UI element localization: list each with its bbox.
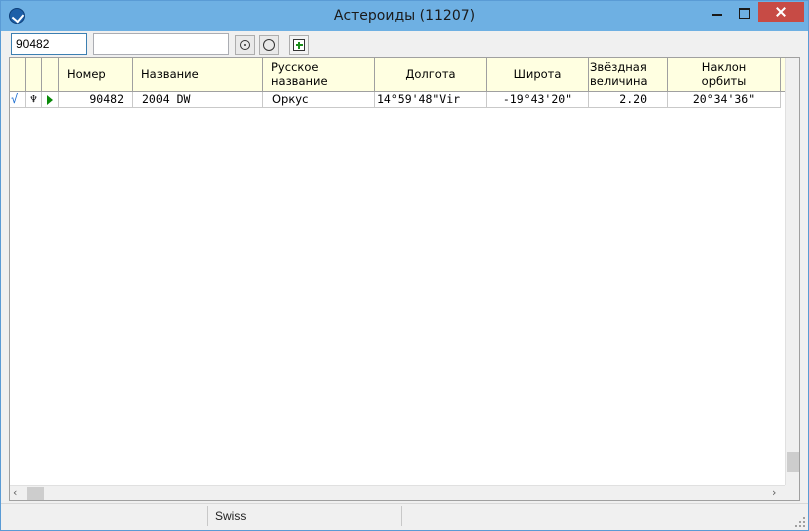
cell-name: 2004 DW	[133, 92, 263, 108]
cell-russian-name: Оркус	[263, 92, 375, 108]
column-header-latitude[interactable]: Широта	[487, 58, 589, 92]
scroll-right-icon[interactable]: ›	[772, 486, 776, 499]
cell-longitude: 14°59'48"Vir	[375, 92, 487, 108]
minimize-button[interactable]	[703, 2, 731, 22]
select-dot-button[interactable]	[235, 35, 255, 55]
column-header-russian-name[interactable]: Русское название	[263, 58, 375, 92]
cell-latitude: -19°43'20"	[487, 92, 589, 108]
play-icon[interactable]	[42, 92, 59, 108]
window-title: Астероиды (11207)	[333, 8, 476, 24]
number-search-input[interactable]	[11, 33, 87, 55]
circle-icon	[263, 39, 275, 51]
close-button[interactable]	[758, 2, 804, 22]
column-header-magnitude[interactable]: Звёздная величина	[589, 58, 668, 92]
add-plus-icon	[293, 39, 305, 51]
horizontal-scroll-thumb[interactable]	[27, 487, 44, 500]
add-button[interactable]	[289, 35, 309, 55]
column-header-check[interactable]	[10, 58, 26, 92]
cell-number: 90482	[59, 92, 133, 108]
maximize-button[interactable]	[730, 2, 758, 22]
column-header-symbol[interactable]	[26, 58, 42, 92]
column-header-arrow[interactable]	[42, 58, 59, 92]
vertical-scroll-thumb[interactable]	[787, 452, 799, 472]
cell-inclination: 20°34'36"	[668, 92, 781, 108]
toolbar	[1, 31, 808, 57]
column-header-inclination[interactable]: Наклон орбиты	[668, 58, 781, 92]
status-separator	[401, 506, 402, 526]
status-separator	[207, 506, 208, 526]
table-row[interactable]: √ ♆ 90482 2004 DW Оркус 14°59'48"Vir -19…	[10, 92, 799, 108]
title-bar[interactable]: Астероиды (11207)	[1, 1, 808, 31]
scroll-left-icon[interactable]: ‹	[13, 486, 17, 499]
resize-grip-icon[interactable]	[794, 516, 806, 528]
circle-dot-icon	[240, 40, 250, 50]
select-circle-button[interactable]	[259, 35, 279, 55]
vertical-scrollbar[interactable]	[785, 58, 799, 486]
cell-magnitude: 2.20	[589, 92, 668, 108]
scroll-corner	[785, 485, 799, 500]
column-header-longitude[interactable]: Долгота	[375, 58, 487, 92]
column-header-name[interactable]: Название	[133, 58, 263, 92]
status-bar: Swiss	[1, 503, 808, 530]
name-search-input[interactable]	[93, 33, 229, 55]
horizontal-scrollbar[interactable]: ‹ ›	[10, 485, 785, 500]
asteroids-window: Астероиды (11207) Номер Название Русское…	[0, 0, 809, 531]
planet-symbol-icon: ♆	[26, 92, 42, 108]
status-text-ephemeris: Swiss	[215, 509, 247, 523]
column-header-number[interactable]: Номер	[59, 58, 133, 92]
row-check-mark[interactable]: √	[10, 92, 26, 108]
asteroid-table[interactable]: Номер Название Русское название Долгота …	[9, 57, 800, 501]
table-header: Номер Название Русское название Долгота …	[10, 58, 799, 92]
